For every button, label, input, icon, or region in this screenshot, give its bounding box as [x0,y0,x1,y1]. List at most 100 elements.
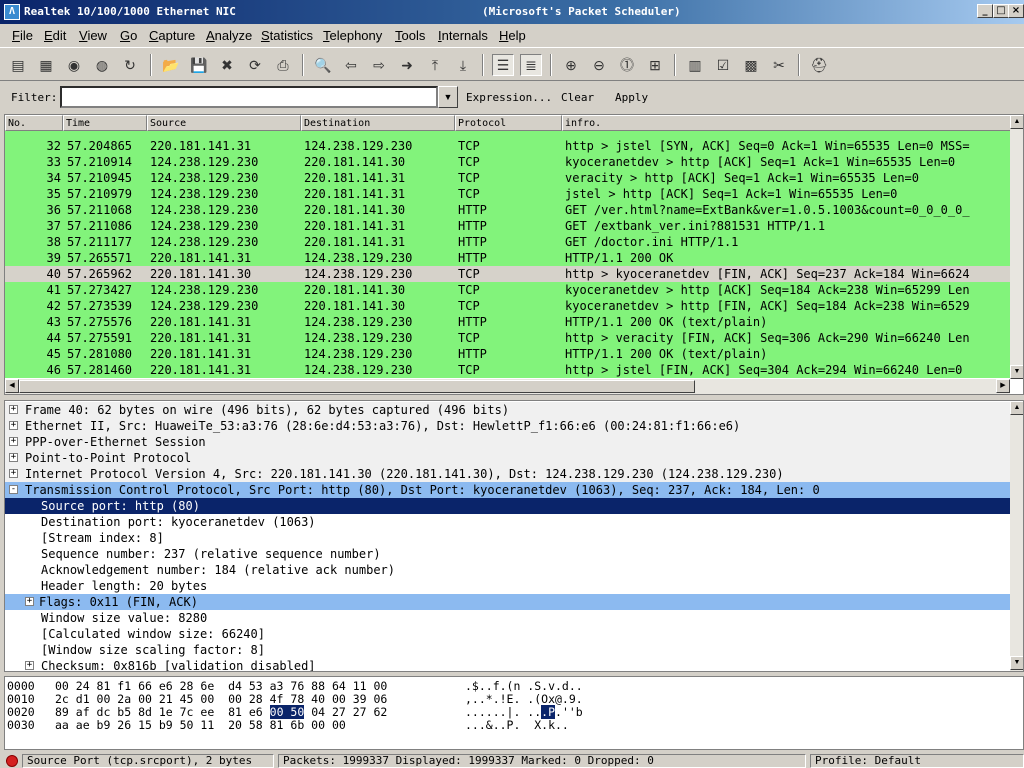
detail-row[interactable]: + PPP-over-Ethernet Session [5,434,1011,450]
packet-row[interactable]: 40 57.265962 220.181.141.30 124.238.129.230… [5,266,1013,282]
column-header-protocol[interactable]: Protocol [455,115,562,131]
apply-button[interactable]: Apply [615,91,648,104]
coloring-rules-icon[interactable]: ▩ [740,54,762,76]
detail-row[interactable]: Window size value: 8280 [5,610,1011,626]
menu-internals[interactable]: Internals [438,28,488,43]
clear-button[interactable]: Clear [561,91,594,104]
open-file-icon[interactable]: 📂 [160,54,182,76]
normal-size-icon[interactable]: ⓵ [616,54,638,76]
scroll-down-icon[interactable]: ▼ [1010,365,1023,379]
detail-row[interactable]: [Calculated window size: 66240] [5,626,1011,642]
interfaces-icon[interactable]: ▤ [7,54,29,76]
go-to-packet-icon[interactable]: ➜ [396,54,418,76]
expand-icon[interactable]: + [9,437,18,446]
packet-row[interactable]: 42 57.273539 124.238.129.230 220.181.141.30… [5,298,1013,314]
detail-row[interactable]: + Ethernet II, Src: HuaweiTe_53:a3:76 (28… [5,418,1011,434]
close-button[interactable]: × [1008,4,1024,18]
menu-tools[interactable]: Tools [395,28,425,43]
preferences-icon[interactable]: ✂ [768,54,790,76]
detail-row[interactable]: + Checksum: 0x816b [validation disabled] [5,658,1011,671]
packet-row[interactable]: 32 57.204865 220.181.141.31 124.238.129.230… [5,138,1013,154]
expression-button[interactable]: Expression... [466,91,552,104]
packet-row[interactable]: 33 57.210914 124.238.129.230 220.181.141.30… [5,154,1013,170]
horizontal-scroll-thumb[interactable] [19,380,695,393]
expand-icon[interactable]: + [25,597,34,606]
reload-icon[interactable]: ⟳ [244,54,266,76]
packet-row[interactable]: 43 57.275576 220.181.141.31 124.238.129.230… [5,314,1013,330]
packet-row[interactable]: 37 57.211086 124.238.129.230 220.181.141.31… [5,218,1013,234]
detail-row[interactable]: + Frame 40: 62 bytes on wire (496 bits), … [5,402,1011,418]
capture-filters-icon[interactable]: ▥ [684,54,706,76]
scroll-down-icon[interactable]: ▼ [1010,656,1023,670]
menu-go[interactable]: Go [120,28,137,43]
stop-capture-icon[interactable]: ◍ [91,54,113,76]
column-header-time[interactable]: Time [63,115,147,131]
packet-row[interactable]: 39 57.265571 220.181.141.31 124.238.129.230… [5,250,1013,266]
save-file-icon[interactable]: 💾 [188,54,210,76]
resize-columns-icon[interactable]: ⊞ [644,54,666,76]
zoom-out-icon[interactable]: ⊖ [588,54,610,76]
detail-row[interactable]: Destination port: kyoceranetdev (1063) [5,514,1011,530]
expand-icon[interactable]: + [9,421,18,430]
packet-row[interactable]: 34 57.210945 124.238.129.230 220.181.141.31… [5,170,1013,186]
auto-scroll-icon[interactable]: ≣ [520,54,542,76]
expand-icon[interactable]: + [9,453,18,462]
scroll-up-icon[interactable]: ▲ [1010,401,1023,415]
scroll-up-icon[interactable]: ▲ [1010,115,1023,129]
display-filters-icon[interactable]: ☑ [712,54,734,76]
zoom-in-icon[interactable]: ⊕ [560,54,582,76]
menu-edit[interactable]: Edit [44,28,66,43]
menu-view[interactable]: View [79,28,107,43]
print-icon[interactable]: ⎙ [272,54,294,76]
expand-icon[interactable]: + [9,405,18,414]
detail-row[interactable]: + Internet Protocol Version 4, Src: 220.1… [5,466,1011,482]
capture-options-icon[interactable]: ▦ [35,54,57,76]
expand-icon[interactable]: + [9,469,18,478]
packet-row[interactable]: 46 57.281460 220.181.141.31 124.238.129.230… [5,362,1013,378]
detail-row[interactable]: [Window size scaling factor: 8] [5,642,1011,658]
colorize-list-icon[interactable]: ☰ [492,54,514,76]
status-profile[interactable]: Profile: Default [810,754,1024,768]
menu-capture[interactable]: Capture [149,28,195,43]
packet-row[interactable]: 45 57.281080 220.181.141.31 124.238.129.230… [5,346,1013,362]
restart-capture-icon[interactable]: ↻ [119,54,141,76]
find-packet-icon[interactable]: 🔍 [312,54,334,76]
expert-info-icon[interactable] [6,755,18,767]
go-last-packet-icon[interactable]: ⤓ [452,54,474,76]
minimize-button[interactable]: _ [977,4,993,18]
go-back-icon[interactable]: ⇦ [340,54,362,76]
packet-row[interactable]: 38 57.211177 124.238.129.230 220.181.141.31… [5,234,1013,250]
column-header-destination[interactable]: Destination [301,115,455,131]
help-icon[interactable]: ⛑ [808,54,830,76]
go-first-packet-icon[interactable]: ⤒ [424,54,446,76]
detail-row[interactable]: [Stream index: 8] [5,530,1011,546]
scroll-right-icon[interactable]: ▶ [996,379,1010,393]
detail-row[interactable]: Header length: 20 bytes [5,578,1011,594]
packet-row[interactable]: 35 57.210979 124.238.129.230 220.181.141.31… [5,186,1013,202]
go-forward-icon[interactable]: ⇨ [368,54,390,76]
packet-row[interactable]: 44 57.275591 220.181.141.31 124.238.129.230… [5,330,1013,346]
menu-help[interactable]: Help [499,28,526,43]
details-vertical-scrollbar[interactable]: ▲ ▼ [1010,401,1023,671]
close-file-icon[interactable]: ✖ [216,54,238,76]
packet-row[interactable]: 36 57.211068 124.238.129.230 220.181.141.30… [5,202,1013,218]
menu-file[interactable]: File [12,28,33,43]
packet-list-horizontal-scrollbar[interactable]: ◀ ▶ [5,379,1010,394]
collapse-icon[interactable]: - [9,485,18,494]
column-header-info[interactable]: infro. [562,115,1013,131]
detail-row[interactable]: + Flags: 0x11 (FIN, ACK) [5,594,1011,610]
filter-dropdown-button[interactable]: ▼ [438,86,458,108]
menu-analyze[interactable]: Analyze [206,28,252,43]
packet-row[interactable]: 41 57.273427 124.238.129.230 220.181.141.30… [5,282,1013,298]
filter-input[interactable] [60,86,438,108]
detail-row[interactable]: - Transmission Control Protocol, Src Port… [5,482,1011,498]
expand-icon[interactable]: + [25,661,34,670]
menu-statistics[interactable]: Statistics [261,28,313,43]
scroll-left-icon[interactable]: ◀ [5,379,19,393]
detail-row[interactable]: + Point-to-Point Protocol [5,450,1011,466]
packet-list-vertical-scrollbar[interactable]: ▲ ▼ [1010,115,1023,379]
menu-telephony[interactable]: Telephony [323,28,382,43]
column-header-no[interactable]: No. [5,115,63,131]
start-capture-icon[interactable]: ◉ [63,54,85,76]
detail-row[interactable]: Source port: http (80) [5,498,1011,514]
